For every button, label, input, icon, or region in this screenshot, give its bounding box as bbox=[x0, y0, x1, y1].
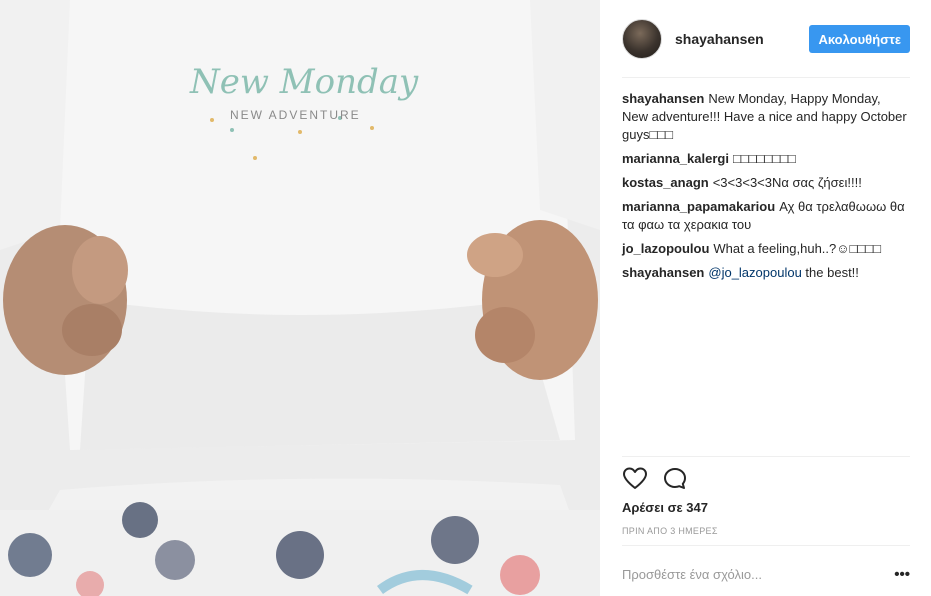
speech-bubble-icon[interactable] bbox=[662, 466, 688, 492]
comment-text: <3<3<3<3Να σας ζήσει!!!! bbox=[712, 175, 862, 190]
shirt-print-title: New Monday bbox=[190, 62, 419, 102]
post-side-panel: shayahansen Ακολουθήστε shayahansen New M… bbox=[600, 0, 931, 596]
follow-button[interactable]: Ακολουθήστε bbox=[809, 25, 910, 53]
post-timestamp[interactable]: ΠΡΙΝ ΑΠΟ 3 ΗΜΕΡΕΣ bbox=[622, 526, 718, 536]
comment-text: □□□□□□□□ bbox=[732, 151, 796, 166]
comment-author[interactable]: kostas_anagn bbox=[622, 175, 709, 190]
comment-author[interactable]: marianna_kalergi bbox=[622, 151, 729, 166]
comment-author[interactable]: shayahansen bbox=[622, 91, 704, 106]
comment-item: marianna_kalergi □□□□□□□□ bbox=[622, 150, 910, 168]
shirt-print-subtitle: NEW ADVENTURE bbox=[230, 108, 361, 122]
header-divider bbox=[622, 77, 910, 78]
ellipsis-icon[interactable]: ••• bbox=[894, 566, 910, 583]
comments-list: shayahansen New Monday, Happy Monday, New… bbox=[622, 90, 910, 288]
comment-mention[interactable]: @jo_lazopoulou bbox=[708, 265, 801, 280]
comment-item: marianna_papamakariou Αχ θα τρελαθωωω θα … bbox=[622, 198, 910, 234]
comment-item: kostas_anagn <3<3<3<3Να σας ζήσει!!!! bbox=[622, 174, 910, 192]
post-username[interactable]: shayahansen bbox=[675, 31, 764, 47]
comment-box-divider bbox=[622, 545, 910, 546]
comment-author[interactable]: jo_lazopoulou bbox=[622, 241, 709, 256]
comment-item: shayahansen @jo_lazopoulou the best!! bbox=[622, 264, 910, 282]
post-header: shayahansen Ακολουθήστε bbox=[622, 18, 910, 60]
post-photo[interactable]: New Monday NEW ADVENTURE bbox=[0, 0, 600, 596]
post-actions bbox=[622, 466, 702, 492]
add-comment-bar: ••• bbox=[622, 562, 910, 586]
comment-text: What a feeling,huh..?☺□□□□ bbox=[713, 241, 881, 256]
comment-item: jo_lazopoulou What a feeling,huh..?☺□□□□ bbox=[622, 240, 910, 258]
comment-author[interactable]: shayahansen bbox=[622, 265, 704, 280]
comment-item: shayahansen New Monday, Happy Monday, New… bbox=[622, 90, 910, 144]
comment-author[interactable]: marianna_papamakariou bbox=[622, 199, 775, 214]
likes-count[interactable]: Αρέσει σε 347 bbox=[622, 500, 708, 515]
avatar[interactable] bbox=[622, 19, 662, 59]
heart-outline-icon[interactable] bbox=[622, 466, 648, 492]
comment-input[interactable] bbox=[622, 566, 895, 582]
actions-divider bbox=[622, 456, 910, 457]
comment-text: the best!! bbox=[801, 265, 859, 280]
